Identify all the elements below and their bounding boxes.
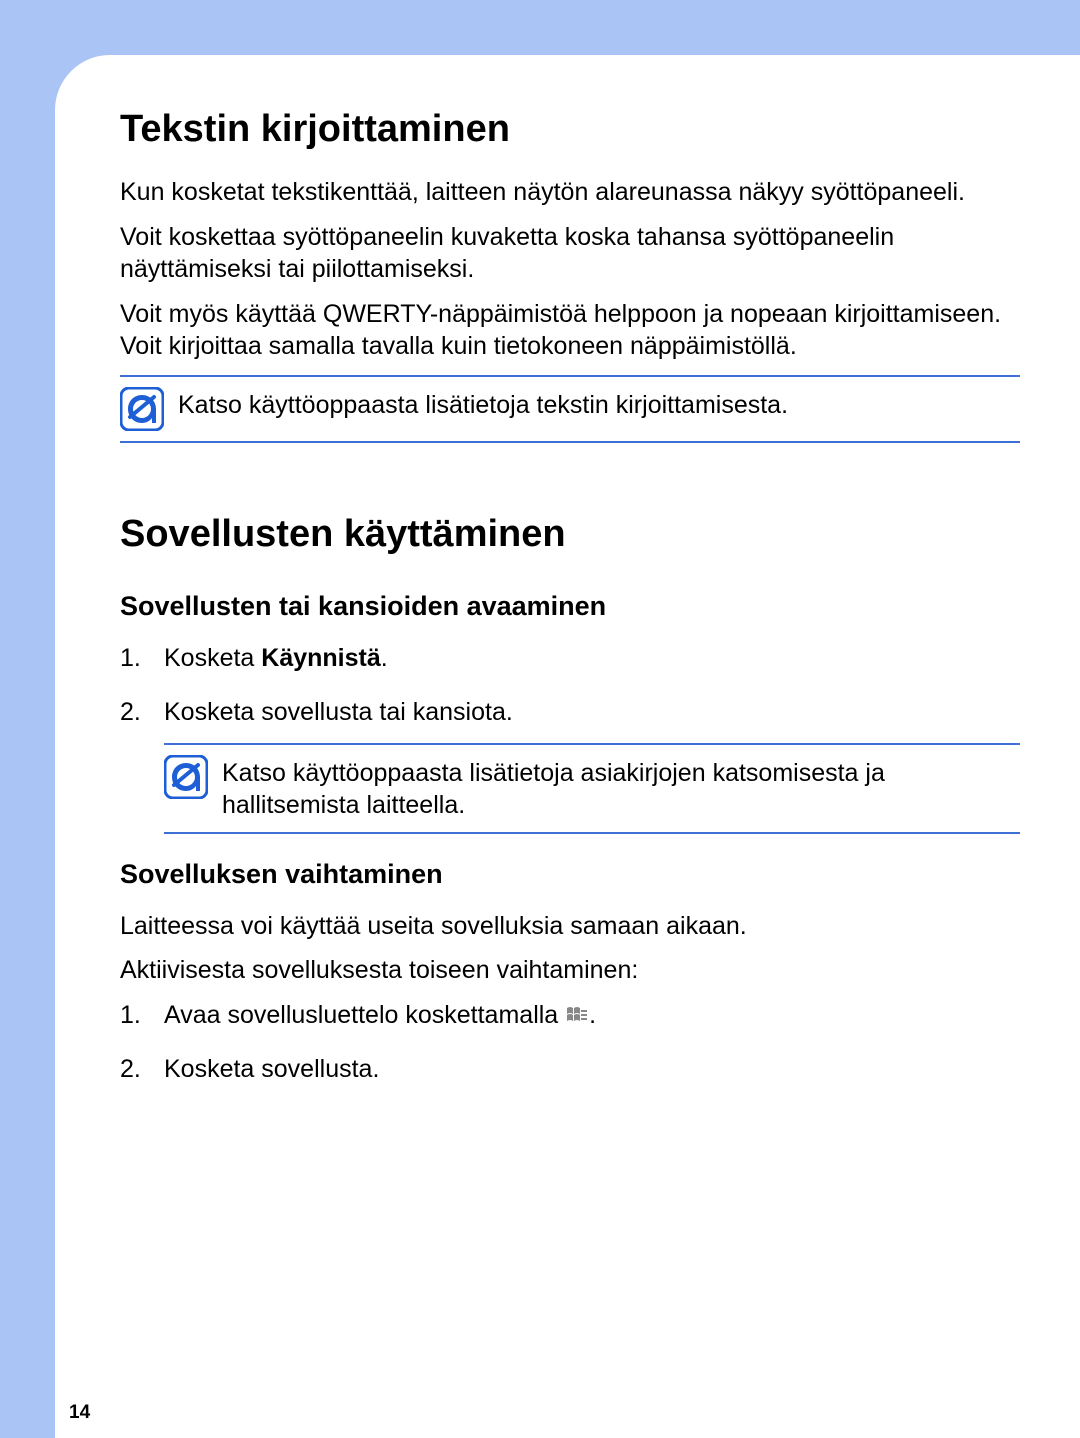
paragraph: Voit myös käyttää QWERTY-näppäimistöä he… xyxy=(120,298,1020,363)
paragraph: Laitteessa voi käyttää useita sovelluksi… xyxy=(120,910,1020,943)
step-item: Kosketa sovellusta. xyxy=(120,1053,1020,1086)
note-icon xyxy=(120,387,164,431)
step-text: Kosketa xyxy=(164,644,261,672)
note-callout: Katso käyttöoppaasta lisätietoja tekstin… xyxy=(120,375,1020,443)
step-item: Kosketa Käynnistä. xyxy=(120,642,1020,675)
step-text: Avaa sovellusluettelo koskettamalla xyxy=(164,1001,565,1029)
note-icon xyxy=(164,755,208,799)
steps-switch-app: Avaa sovellusluettelo koskettamalla . Ko… xyxy=(120,999,1020,1086)
step-bold: Käynnistä xyxy=(261,644,380,672)
paragraph: Kun kosketat tekstikenttää, laitteen näy… xyxy=(120,176,1020,209)
subheading-open-apps: Sovellusten tai kansioiden avaaminen xyxy=(120,591,1020,622)
paragraph: Aktiivisesta sovelluksesta toiseen vaiht… xyxy=(120,954,1020,987)
step-item: Avaa sovellusluettelo koskettamalla . xyxy=(120,999,1020,1032)
windows-flag-icon xyxy=(565,1001,589,1021)
note-callout: Katso käyttöoppaasta lisätietoja asiakir… xyxy=(164,743,1020,834)
step-item: Kosketa sovellusta tai kansiota. Katso k… xyxy=(120,696,1020,834)
note-text: Katso käyttöoppaasta lisätietoja tekstin… xyxy=(178,385,1020,422)
manual-page: Tekstin kirjoittaminen Kun kosketat teks… xyxy=(55,55,1080,1438)
step-text: Kosketa sovellusta tai kansiota. xyxy=(164,698,513,726)
page-number: 14 xyxy=(69,1402,90,1424)
subheading-switch-app: Sovelluksen vaihtaminen xyxy=(120,859,1020,890)
steps-open-apps: Kosketa Käynnistä. Kosketa sovellusta ta… xyxy=(120,642,1020,834)
heading-using-apps: Sovellusten käyttäminen xyxy=(120,513,1020,556)
step-text: Kosketa sovellusta. xyxy=(164,1055,379,1083)
note-text: Katso käyttöoppaasta lisätietoja asiakir… xyxy=(222,753,1020,822)
step-text: . xyxy=(381,644,388,672)
step-text: . xyxy=(589,1001,596,1029)
heading-text-entry: Tekstin kirjoittaminen xyxy=(120,108,1020,151)
paragraph: Voit koskettaa syöttöpaneelin kuvaketta … xyxy=(120,221,1020,286)
